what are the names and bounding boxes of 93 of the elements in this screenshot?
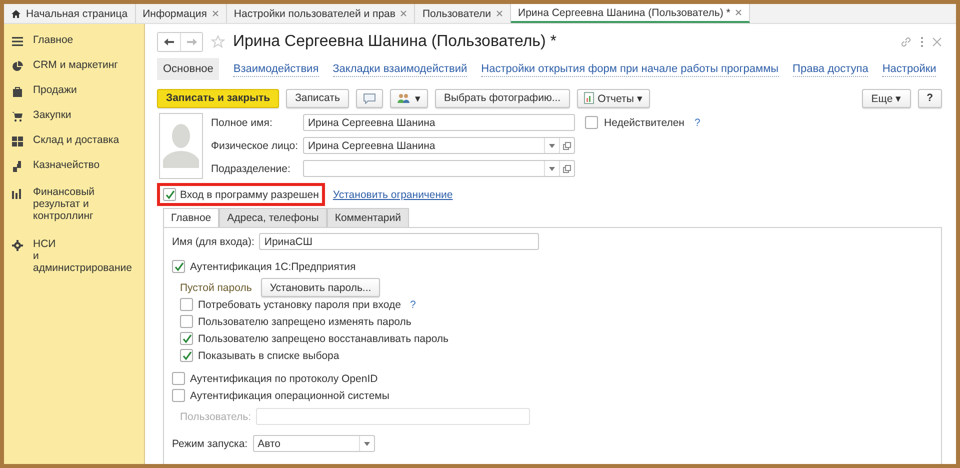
checkbox[interactable] (585, 116, 598, 129)
text-field[interactable]: Ирина Сергеевна Шанина (303, 114, 575, 131)
field-label: Имя (для входа): (172, 236, 254, 248)
close-icon[interactable] (735, 9, 742, 16)
section-link[interactable]: Настройки открытия форм при начале работы программы (481, 62, 779, 76)
checkbox[interactable] (172, 372, 185, 385)
open-icon (563, 142, 571, 150)
section-link[interactable]: Настройки (882, 62, 936, 76)
tab[interactable]: Адреса, телефоны (219, 208, 327, 227)
checkbox-label: Вход в программу разрешен (180, 188, 319, 200)
open-tab[interactable]: Ирина Сергеевна Шанина (Пользователь) * (511, 4, 750, 23)
arrow-right-icon (186, 38, 196, 46)
grid-icon (12, 136, 23, 147)
dropdown-icon (364, 442, 370, 446)
more-button[interactable]: Еще ▾ (862, 88, 911, 108)
checkbox[interactable] (180, 332, 193, 345)
home-icon (11, 8, 21, 18)
star-icon[interactable] (211, 35, 225, 49)
password-status: Пустой пароль (180, 282, 252, 294)
sidebar-item[interactable]: Закупки (4, 103, 144, 128)
bar-chart-icon (12, 188, 23, 199)
report-icon (584, 92, 594, 104)
help-button[interactable]: ? (918, 88, 942, 108)
field-label: Полное имя: (211, 116, 274, 128)
section-link[interactable]: Права доступа (792, 62, 868, 76)
field-label: Подразделение: (211, 162, 292, 174)
form-title: Ирина Сергеевна Шанина (Пользователь) * (233, 33, 556, 51)
open-tab[interactable]: Настройки пользователей и прав (226, 4, 416, 23)
checkbox[interactable] (163, 188, 176, 201)
checkbox[interactable] (180, 298, 193, 311)
link-icon[interactable] (900, 36, 912, 48)
bag-icon (12, 86, 23, 97)
photo-placeholder[interactable] (159, 113, 203, 179)
more-icon[interactable] (920, 36, 924, 48)
person-silhouette-icon (163, 122, 199, 168)
open-icon (563, 164, 571, 172)
checkbox[interactable] (180, 349, 193, 362)
checkbox-label: Пользователю запрещено восстанавливать пароль (198, 332, 449, 344)
section-link[interactable]: Взаимодействия (233, 62, 319, 76)
sidebar-item[interactable]: Главное (4, 28, 144, 53)
open-tab[interactable]: Информация (136, 4, 227, 23)
tab[interactable]: Комментарий (326, 208, 409, 227)
speech-bubble-icon (362, 92, 376, 104)
save-and-close-button[interactable]: Записать и закрыть (157, 88, 280, 108)
set-restriction-link[interactable]: Установить ограничение (332, 188, 453, 200)
launch-mode-select[interactable]: Авто (252, 435, 375, 452)
checkbox[interactable] (180, 315, 193, 328)
tab[interactable]: Главное (163, 208, 220, 227)
toolbar-button[interactable]: Выбрать фотографию... (434, 88, 570, 108)
sidebar-item[interactable]: НСИ и администрирование (4, 228, 144, 280)
close-icon[interactable] (212, 10, 219, 17)
reports-button[interactable]: Отчеты ▾ (576, 88, 650, 108)
checkbox-label: Показывать в списке выбора (198, 350, 340, 362)
checkbox-label: Потребовать установку пароля при входе (198, 298, 401, 310)
field-label: Режим запуска: (172, 438, 248, 450)
checkbox-label: Аутентификация 1С:Предприятия (190, 260, 356, 272)
users-icon (396, 92, 411, 104)
set-password-button[interactable]: Установить пароль... (260, 278, 380, 297)
section-link[interactable]: Основное (157, 58, 220, 80)
checkbox-label: Аутентификация по протоколу OpenID (190, 372, 378, 384)
dropdown-icon (549, 166, 555, 170)
sidebar-item[interactable]: Склад и доставка (4, 128, 144, 153)
sidebar-item[interactable]: Казначейство (4, 153, 144, 178)
help-link[interactable]: ? (410, 298, 416, 310)
open-tab[interactable]: Начальная страница (4, 4, 136, 23)
close-icon[interactable] (496, 10, 504, 17)
sidebar-item[interactable]: Продажи (4, 78, 144, 103)
section-link[interactable]: Закладки взаимодействий (332, 62, 468, 76)
help-link[interactable]: ? (694, 116, 700, 128)
sidebar-item[interactable]: Финансовый результат и контроллинг (4, 178, 144, 228)
user-field[interactable] (256, 408, 530, 425)
checkbox-label: Аутентификация операционной системы (190, 390, 390, 402)
pie-chart-icon (12, 61, 23, 72)
sidebar-item[interactable]: CRM и маркетинг (4, 53, 144, 78)
login-name-field[interactable]: ИринаСШ (259, 233, 540, 250)
field-label: Пользователь: (180, 410, 252, 422)
checkbox[interactable] (172, 389, 185, 402)
toolbar-button[interactable]: Записать (286, 88, 349, 108)
menu-icon (12, 36, 23, 47)
users-menu-button[interactable]: ▾ (390, 88, 428, 108)
arrow-left-icon (164, 38, 174, 46)
checkbox-label: Пользователю запрещено изменять пароль (198, 316, 412, 328)
comment-button[interactable] (356, 88, 383, 108)
cart-icon (12, 111, 23, 122)
dropdown-icon (549, 144, 555, 148)
checkbox[interactable] (172, 260, 185, 273)
checkbox-label: Недействителен (604, 116, 684, 128)
gear-icon (12, 240, 23, 251)
close-icon[interactable] (400, 10, 408, 17)
field-label: Физическое лицо: (211, 140, 297, 152)
select-field[interactable]: Ирина Сергеевна Шанина (303, 137, 575, 154)
select-field[interactable] (303, 160, 575, 177)
close-icon[interactable] (932, 37, 942, 47)
